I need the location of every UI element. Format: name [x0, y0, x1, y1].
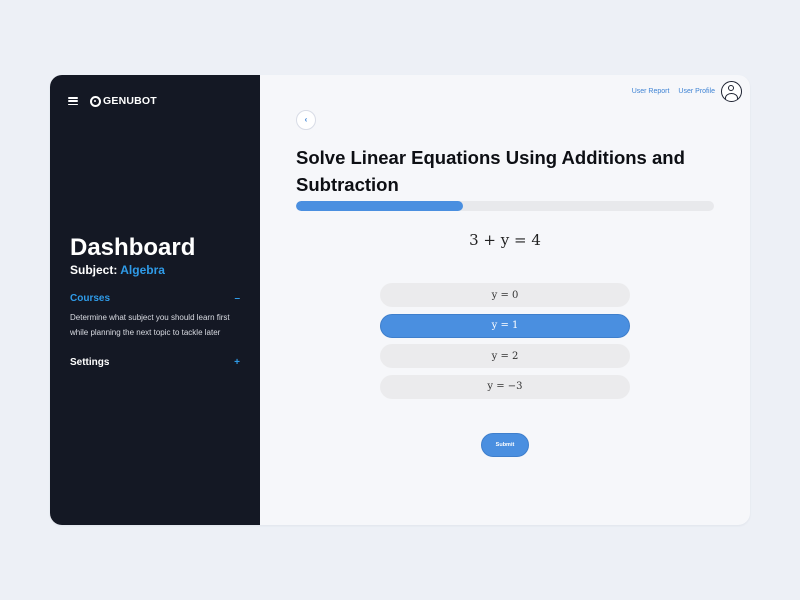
collapse-icon[interactable]: – — [234, 293, 240, 304]
answer-option[interactable]: y = 0 — [380, 283, 630, 307]
submit-button[interactable]: Submit — [481, 433, 529, 457]
sidebar-item-settings[interactable]: Settings + — [70, 357, 240, 368]
brand-name: GENUBOT — [103, 95, 157, 107]
subject-label: Subject: — [70, 263, 118, 278]
app-window: GENUBOT Dashboard Subject: Algebra Cours… — [50, 75, 750, 525]
courses-label: Courses — [70, 293, 111, 305]
user-report-link[interactable]: User Report — [632, 88, 670, 95]
answer-option[interactable]: y = −3 — [380, 374, 630, 399]
sidebar-item-courses[interactable]: Courses – — [70, 293, 240, 304]
user-avatar-icon[interactable] — [721, 80, 742, 102]
lesson-progress-bar — [296, 201, 714, 211]
sidebar: GENUBOT Dashboard Subject: Algebra Cours… — [50, 75, 260, 525]
answer-option[interactable]: y = 1 — [380, 313, 630, 338]
sidebar-topbar: GENUBOT — [68, 85, 157, 117]
genubot-logo-icon — [90, 95, 101, 107]
sidebar-content: Dashboard Subject: Algebra Courses – Det… — [70, 234, 240, 368]
lesson-progress-fill — [296, 201, 464, 211]
equation: 3 + y = 4 — [469, 231, 541, 249]
back-chevron-icon: ‹ — [304, 115, 308, 124]
answer-options: y = 0 y = 1 y = 2 y = −3 — [380, 283, 630, 405]
courses-description: Determine what subject you should learn … — [70, 313, 230, 337]
brand-logo[interactable]: GENUBOT — [90, 95, 157, 107]
settings-label: Settings — [70, 357, 110, 369]
lesson-title: Solve Linear Equations Using Additions a… — [296, 147, 685, 195]
hamburger-menu-icon[interactable] — [68, 97, 78, 106]
dashboard-title: Dashboard — [70, 234, 196, 261]
answer-option[interactable]: y = 2 — [380, 344, 630, 368]
subject-line: Subject: Algebra — [70, 263, 240, 277]
header-links: User Report User Profile — [623, 79, 742, 103]
user-profile-link[interactable]: User Profile — [678, 88, 715, 95]
main-panel: User Report User Profile ‹ Solve Linear … — [260, 75, 750, 525]
subject-value: Algebra — [120, 263, 165, 278]
expand-icon[interactable]: + — [234, 357, 240, 368]
back-button[interactable]: ‹ — [296, 110, 316, 130]
